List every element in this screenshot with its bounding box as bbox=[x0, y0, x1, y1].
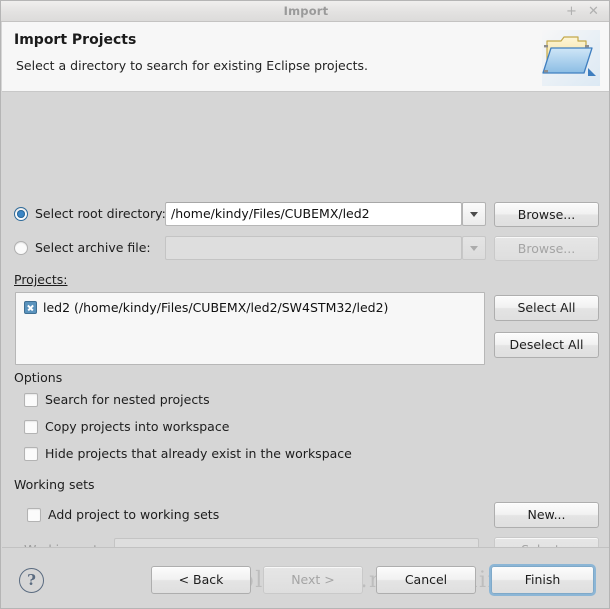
finish-button[interactable]: Finish bbox=[491, 566, 594, 594]
new-working-set-button[interactable]: New... bbox=[494, 502, 599, 528]
plus-icon[interactable]: + bbox=[564, 4, 579, 19]
archive-file-input bbox=[165, 236, 462, 260]
label-hide-existing-projects: Hide projects that already exist in the … bbox=[45, 446, 352, 461]
browse-archive-file-label: Browse... bbox=[517, 241, 576, 256]
select-all-label: Select All bbox=[517, 300, 576, 315]
deselect-all-label: Deselect All bbox=[509, 337, 584, 352]
checkbox-copy-projects-into-workspace[interactable] bbox=[24, 420, 38, 434]
archive-file-dropdown-chevron-down-icon bbox=[462, 236, 486, 260]
label-select-root-directory: Select root directory: bbox=[35, 206, 166, 221]
radio-select-root-directory[interactable] bbox=[14, 207, 28, 221]
page-subtitle: Select a directory to search for existin… bbox=[16, 58, 368, 73]
label-copy-projects-into-workspace: Copy projects into workspace bbox=[45, 419, 230, 434]
deselect-all-button[interactable]: Deselect All bbox=[494, 332, 599, 358]
window-titlebar: Import + ✕ bbox=[1, 1, 609, 22]
page-title: Import Projects bbox=[14, 32, 137, 48]
finish-label: Finish bbox=[524, 572, 561, 587]
next-button: Next > bbox=[263, 566, 363, 594]
open-folder-icon bbox=[542, 30, 600, 86]
root-directory-input[interactable]: /home/kindy/Files/CUBEMX/led2 bbox=[165, 202, 462, 226]
back-button[interactable]: < Back bbox=[151, 566, 251, 594]
label-search-nested-projects: Search for nested projects bbox=[45, 392, 210, 407]
checkbox-search-nested-projects[interactable] bbox=[24, 393, 38, 407]
new-working-set-label: New... bbox=[527, 507, 566, 522]
project-label: led2 (/home/kindy/Files/CUBEMX/led2/SW4S… bbox=[43, 300, 389, 315]
cancel-label: Cancel bbox=[404, 572, 448, 587]
back-label: < Back bbox=[178, 572, 224, 587]
next-label: Next > bbox=[291, 572, 335, 587]
browse-archive-file-button: Browse... bbox=[494, 236, 599, 261]
list-item[interactable]: led2 (/home/kindy/Files/CUBEMX/led2/SW4S… bbox=[24, 300, 388, 315]
checkbox-add-project-to-working-sets[interactable] bbox=[27, 508, 41, 522]
checkbox-hide-existing-projects[interactable] bbox=[24, 447, 38, 461]
import-dialog: Import + ✕ Import Projects Select a dire… bbox=[0, 0, 610, 609]
window-title: Import bbox=[283, 4, 329, 18]
root-directory-dropdown-chevron-down-icon[interactable] bbox=[462, 202, 486, 226]
working-sets-group-title: Working sets bbox=[14, 477, 95, 492]
browse-root-directory-label: Browse... bbox=[517, 207, 576, 222]
dialog-body: Select root directory: /home/kindy/Files… bbox=[2, 92, 609, 563]
select-all-button[interactable]: Select All bbox=[494, 295, 599, 321]
close-icon[interactable]: ✕ bbox=[586, 4, 601, 19]
project-checkbox-icon[interactable] bbox=[24, 301, 37, 314]
label-add-project-to-working-sets: Add project to working sets bbox=[48, 507, 220, 522]
browse-root-directory-button[interactable]: Browse... bbox=[494, 202, 599, 227]
projects-listbox[interactable]: led2 (/home/kindy/Files/CUBEMX/led2/SW4S… bbox=[15, 292, 485, 365]
cancel-button[interactable]: Cancel bbox=[376, 566, 476, 594]
radio-select-archive-file[interactable] bbox=[14, 241, 28, 255]
options-group-title: Options bbox=[14, 370, 63, 385]
dialog-header: Import Projects Select a directory to se… bbox=[2, 22, 609, 92]
label-select-archive-file: Select archive file: bbox=[35, 240, 151, 255]
projects-label: Projects: bbox=[14, 272, 68, 287]
question-mark-icon[interactable]: ? bbox=[19, 568, 44, 593]
